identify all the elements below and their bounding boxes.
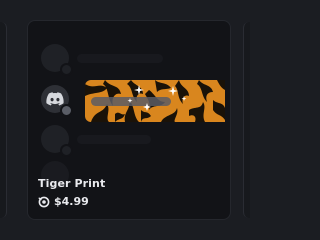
status-dot [60,144,73,157]
sparkle-icon [181,96,187,101]
preview-member-row [41,125,230,157]
item-title: Tiger Print [38,177,106,190]
name-placeholder [77,135,151,144]
sparkle-icon [168,86,178,96]
sparkle-icon [127,98,133,103]
next-card-edge[interactable] [243,22,250,218]
sparkle-icon [134,85,144,95]
orb-icon [38,196,50,207]
profile-effect-preview [28,21,230,189]
price-row: $4.99 [38,195,89,208]
previous-card-edge[interactable] [0,22,7,218]
shop-page: Tiger Print $4.99 [0,0,250,240]
item-price: $4.99 [54,195,89,208]
sparkle-icon [143,103,151,111]
shop-item-card[interactable]: Tiger Print $4.99 [27,20,231,220]
